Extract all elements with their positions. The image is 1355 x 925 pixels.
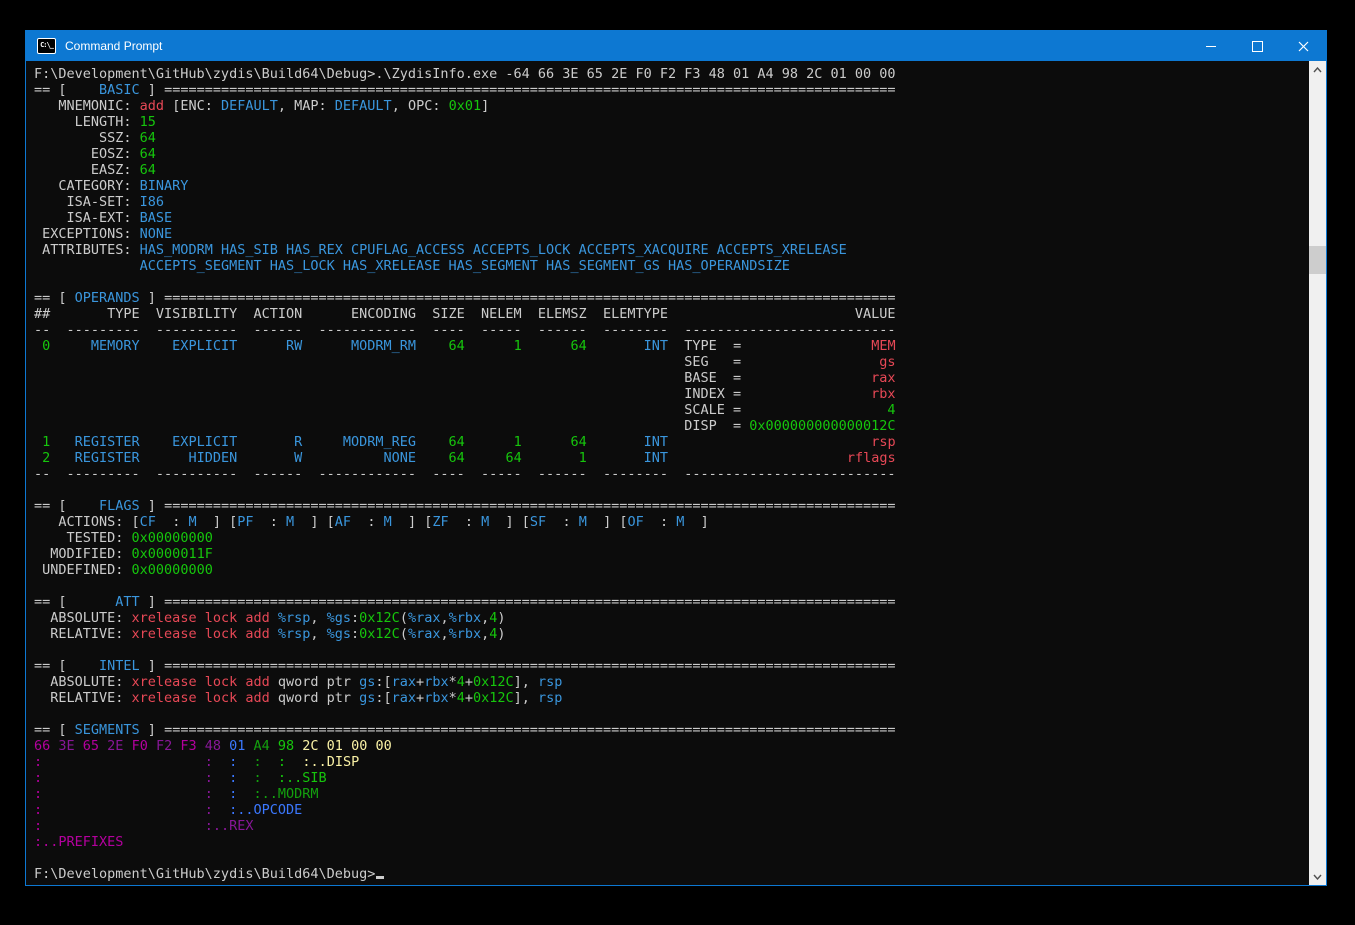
terminal-line: -- --------- ---------- ------ ---------… <box>34 466 1309 482</box>
terminal-line: UNDEFINED: 0x00000000 <box>34 562 1309 578</box>
terminal-line: : : :..OPCODE <box>34 802 1309 818</box>
terminal-line: SSZ: 64 <box>34 130 1309 146</box>
minimize-button[interactable] <box>1188 31 1234 61</box>
terminal-line <box>34 578 1309 594</box>
terminal-line: ISA-EXT: BASE <box>34 210 1309 226</box>
terminal-line: CATEGORY: BINARY <box>34 178 1309 194</box>
terminal-line: MODIFIED: 0x0000011F <box>34 546 1309 562</box>
window-title: Command Prompt <box>65 39 162 53</box>
maximize-button[interactable] <box>1234 31 1280 61</box>
terminal-line: INDEX = rbx <box>34 386 1309 402</box>
terminal-line: F:\Development\GitHub\zydis\Build64\Debu… <box>34 66 1309 82</box>
minimize-icon <box>1206 46 1216 47</box>
terminal-line: == [ OPERANDS ] ========================… <box>34 290 1309 306</box>
scroll-down-button[interactable] <box>1309 868 1326 885</box>
terminal-output[interactable]: F:\Development\GitHub\zydis\Build64\Debu… <box>26 61 1309 885</box>
cmd-prompt-icon[interactable]: C:\_ <box>37 38 56 54</box>
terminal-line: ATTRIBUTES: HAS_MODRM HAS_SIB HAS_REX CP… <box>34 242 1309 258</box>
terminal-line: ISA-SET: I86 <box>34 194 1309 210</box>
scroll-up-button[interactable] <box>1309 61 1326 78</box>
terminal-line: RELATIVE: xrelease lock add %rsp, %gs:0x… <box>34 626 1309 642</box>
scrollbar-thumb[interactable] <box>1309 246 1326 274</box>
terminal-line <box>34 642 1309 658</box>
terminal-line: BASE = rax <box>34 370 1309 386</box>
terminal-line: DISP = 0x000000000000012C <box>34 418 1309 434</box>
terminal-line: == [ ATT ] =============================… <box>34 594 1309 610</box>
terminal-line: ABSOLUTE: xrelease lock add qword ptr gs… <box>34 674 1309 690</box>
terminal-line: == [ INTEL ] ===========================… <box>34 658 1309 674</box>
maximize-icon <box>1252 41 1263 52</box>
terminal-line: :..PREFIXES <box>34 834 1309 850</box>
terminal-line: 0 MEMORY EXPLICIT RW MODRM_RM 64 1 64 IN… <box>34 338 1309 354</box>
terminal-line: EOSZ: 64 <box>34 146 1309 162</box>
terminal-line: -- --------- ---------- ------ ---------… <box>34 322 1309 338</box>
close-button[interactable] <box>1280 31 1326 61</box>
terminal-line: RELATIVE: xrelease lock add qword ptr gs… <box>34 690 1309 706</box>
terminal-line: MNEMONIC: add [ENC: DEFAULT, MAP: DEFAUL… <box>34 98 1309 114</box>
close-icon <box>1298 41 1309 52</box>
terminal-line: 2 REGISTER HIDDEN W NONE 64 64 1 INT rfl… <box>34 450 1309 466</box>
terminal-line: SCALE = 4 <box>34 402 1309 418</box>
terminal-line <box>34 274 1309 290</box>
terminal-line: : :..REX <box>34 818 1309 834</box>
terminal-line: == [ FLAGS ] ===========================… <box>34 498 1309 514</box>
terminal-line: == [ SEGMENTS ] ========================… <box>34 722 1309 738</box>
terminal-line: 1 REGISTER EXPLICIT R MODRM_REG 64 1 64 … <box>34 434 1309 450</box>
window-controls <box>1188 31 1326 61</box>
titlebar[interactable]: C:\_ Command Prompt <box>26 31 1326 61</box>
terminal-line: ABSOLUTE: xrelease lock add %rsp, %gs:0x… <box>34 610 1309 626</box>
scrollbar[interactable] <box>1309 61 1326 885</box>
terminal-line: F:\Development\GitHub\zydis\Build64\Debu… <box>34 866 1309 882</box>
terminal-line: : : : : :..SIB <box>34 770 1309 786</box>
terminal-line: == [ BASIC ] ===========================… <box>34 82 1309 98</box>
terminal-line: ACCEPTS_SEGMENT HAS_LOCK HAS_XRELEASE HA… <box>34 258 1309 274</box>
terminal-line: : : : :..MODRM <box>34 786 1309 802</box>
console-content: F:\Development\GitHub\zydis\Build64\Debu… <box>26 61 1326 885</box>
terminal-line <box>34 482 1309 498</box>
terminal-line: : : : : : :..DISP <box>34 754 1309 770</box>
terminal-line: LENGTH: 15 <box>34 114 1309 130</box>
prompt-cursor <box>376 876 384 879</box>
command-prompt-window: C:\_ Command Prompt F:\Development\GitHu… <box>25 30 1327 886</box>
chevron-up-icon <box>1313 67 1322 73</box>
terminal-line <box>34 706 1309 722</box>
chevron-down-icon <box>1313 874 1322 880</box>
terminal-line: ## TYPE VISIBILITY ACTION ENCODING SIZE … <box>34 306 1309 322</box>
terminal-line: 66 3E 65 2E F0 F2 F3 48 01 A4 98 2C 01 0… <box>34 738 1309 754</box>
terminal-line: SEG = gs <box>34 354 1309 370</box>
terminal-line: EXCEPTIONS: NONE <box>34 226 1309 242</box>
terminal-line: ACTIONS: [CF : M ] [PF : M ] [AF : M ] [… <box>34 514 1309 530</box>
terminal-line: TESTED: 0x00000000 <box>34 530 1309 546</box>
terminal-line: EASZ: 64 <box>34 162 1309 178</box>
terminal-line <box>34 850 1309 866</box>
